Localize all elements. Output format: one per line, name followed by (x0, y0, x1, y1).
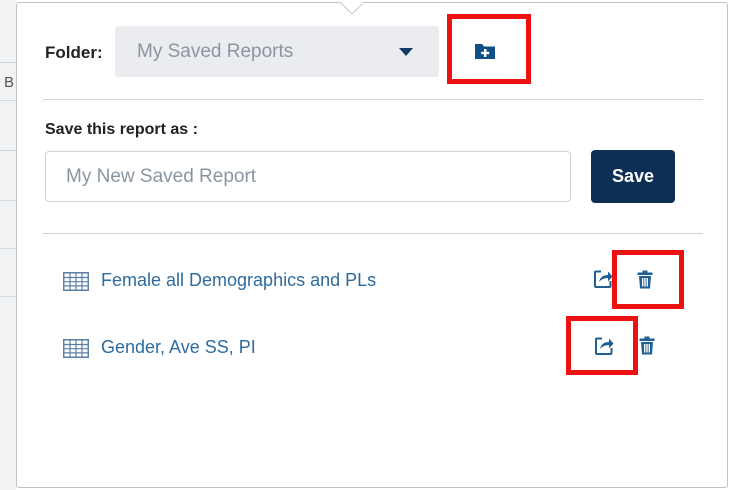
background-divider (0, 62, 16, 63)
highlight-box (447, 14, 531, 84)
external-link-icon (594, 270, 613, 288)
section-divider (43, 99, 703, 100)
save-button[interactable]: Save (591, 150, 675, 203)
folder-dropdown[interactable]: My Saved Reports (115, 26, 439, 77)
highlight-box (566, 316, 638, 375)
delete-report-button[interactable] (639, 336, 655, 360)
background-divider (0, 150, 16, 151)
popover-caret (339, 2, 363, 14)
saved-report-item[interactable]: Female all Demographics and PLs (63, 269, 403, 295)
background-divider (0, 296, 16, 297)
table-grid-icon (63, 272, 89, 291)
saved-report-name: Female all Demographics and PLs (101, 270, 377, 290)
caret-down-icon (399, 48, 413, 56)
background-text-fragment: B (4, 74, 15, 91)
open-report-button[interactable] (593, 269, 613, 294)
folder-label: Folder: (45, 43, 103, 62)
background-divider (0, 100, 16, 101)
folder-dropdown-value: My Saved Reports (137, 41, 294, 62)
section-divider (43, 233, 703, 234)
trash-icon (639, 336, 655, 355)
save-as-label: Save this report as : (45, 121, 198, 138)
save-report-popover: Folder: My Saved Reports Save this repor… (16, 2, 728, 488)
background-divider (0, 248, 16, 249)
table-grid-icon (63, 339, 89, 358)
report-name-input[interactable] (45, 151, 571, 202)
saved-report-name: Gender, Ave SS, PI (101, 337, 256, 357)
highlight-box (612, 250, 684, 309)
background-divider (0, 200, 16, 201)
saved-report-item[interactable]: Gender, Ave SS, PI (63, 336, 293, 362)
